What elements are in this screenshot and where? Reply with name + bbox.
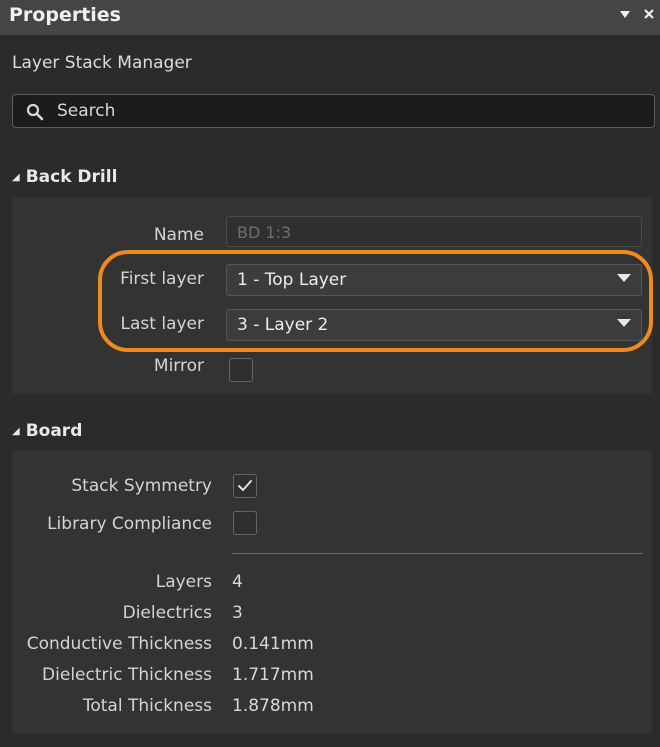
collapse-triangle-icon: ◢	[12, 426, 20, 437]
search-icon	[26, 103, 44, 125]
stack-symmetry-label: Stack Symmetry	[71, 476, 212, 496]
search-box[interactable]	[12, 94, 655, 128]
layers-value: 4	[232, 572, 243, 592]
search-input[interactable]	[57, 98, 637, 124]
library-compliance-label: Library Compliance	[47, 514, 212, 534]
mirror-label: Mirror	[153, 356, 204, 376]
panel-title: Properties	[9, 4, 121, 26]
name-label: Name	[153, 225, 204, 245]
panel-titlebar: Properties	[0, 0, 660, 35]
close-icon[interactable]	[643, 6, 655, 24]
conductive-thickness-value: 0.141mm	[232, 634, 314, 654]
dielectrics-value: 3	[232, 603, 243, 623]
layers-label: Layers	[155, 572, 212, 592]
panel-subtitle: Layer Stack Manager	[12, 53, 192, 73]
checkmark-icon	[238, 480, 252, 491]
dielectrics-label: Dielectrics	[122, 603, 212, 623]
total-thickness-label: Total Thickness	[82, 696, 212, 716]
back-drill-section-header[interactable]: ◢ Back Drill	[12, 167, 117, 187]
library-compliance-checkbox[interactable]	[233, 511, 257, 535]
conductive-thickness-label: Conductive Thickness	[26, 634, 212, 654]
divider	[232, 553, 643, 554]
dielectric-thickness-label: Dielectric Thickness	[42, 665, 212, 685]
total-thickness-value: 1.878mm	[232, 696, 314, 716]
highlight-outline	[98, 250, 653, 352]
collapse-triangle-icon: ◢	[12, 172, 20, 183]
name-field: BD 1:3	[226, 216, 642, 247]
board-section-header[interactable]: ◢ Board	[12, 421, 82, 441]
panel-menu-icon[interactable]	[619, 6, 631, 24]
mirror-checkbox[interactable]	[229, 358, 253, 382]
dielectric-thickness-value: 1.717mm	[232, 665, 314, 685]
stack-symmetry-checkbox[interactable]	[233, 474, 257, 498]
